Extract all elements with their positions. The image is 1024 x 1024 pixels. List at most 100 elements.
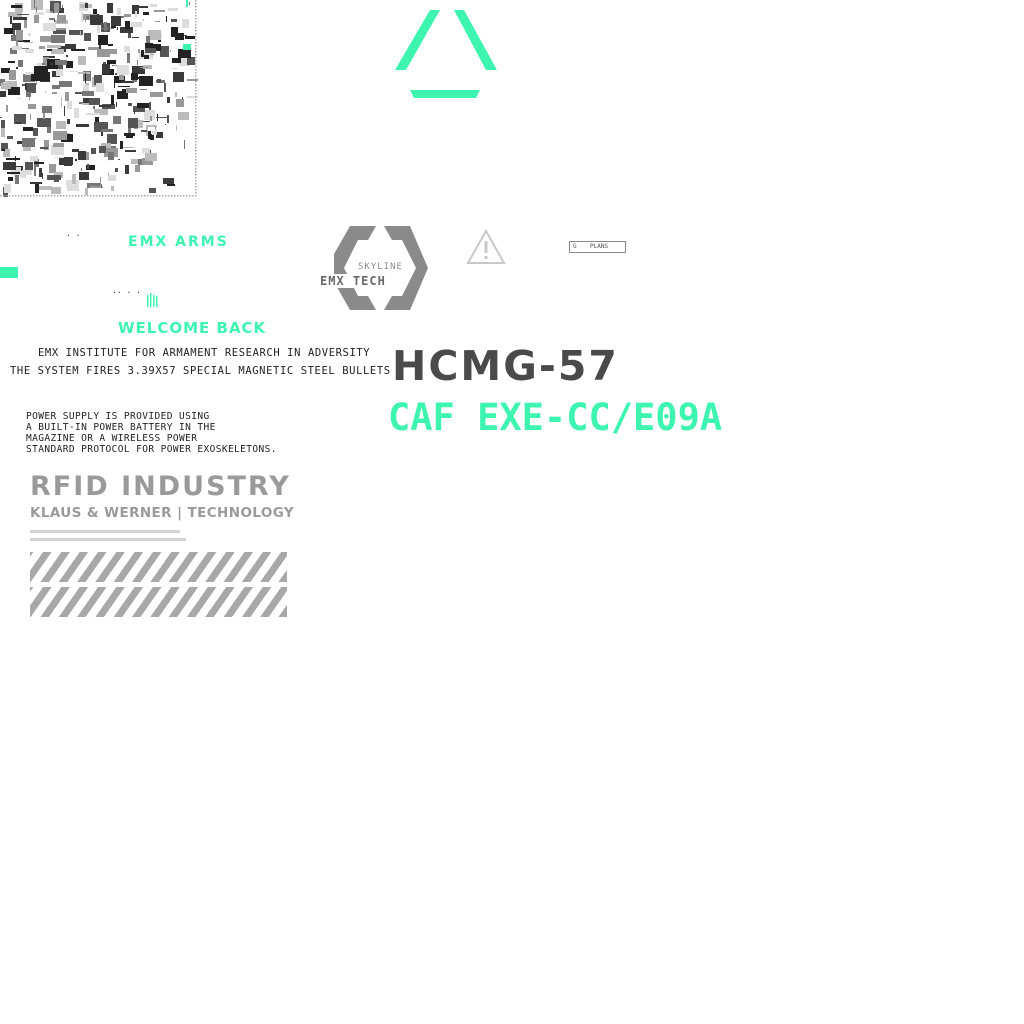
circuit-cell [168,8,178,11]
circuit-border-dot [165,195,167,197]
circuit-cell [9,70,16,80]
model-title: HCMG-57 [392,342,619,390]
circuit-cell [176,125,177,131]
circuit-cell [28,33,31,36]
circuit-cell [81,168,82,171]
circuit-cell [93,9,97,14]
circuit-cell [140,89,147,90]
circuit-cell [31,74,44,81]
circuit-border-dot [192,195,194,197]
circuit-border-dot [36,195,38,197]
circuit-cell [143,12,149,15]
circuit-cell [2,149,5,151]
circuit-cell [39,186,52,190]
circuit-border-dot [195,90,197,92]
circuit-cell [156,132,163,138]
circuit-cell [66,55,68,57]
circuit-cell [82,103,89,105]
circuit-cell [115,73,117,75]
circuit-cell [157,79,161,83]
circuit-border-dot [177,195,179,197]
circuit-cell [156,117,169,118]
tag-text: PLANS [590,243,609,250]
circuit-border-dot [195,99,197,101]
circuit-cell [71,49,85,51]
circuit-cell [182,19,189,28]
circuit-border-dot [195,150,197,152]
circuit-cell [86,113,100,115]
circuit-cell [52,85,60,89]
circuit-cell [16,67,18,69]
circuit-cell [56,69,63,76]
circuit-cell [150,116,152,121]
circuit-cell [178,49,191,58]
circuit-cell [125,165,129,174]
circuit-cell [145,153,157,161]
circuit-border-dot [180,195,182,197]
circuit-border-dot [195,111,197,113]
circuit-border-dot [195,9,197,11]
circuit-cell [171,19,177,22]
circuit-cell [67,187,79,191]
circuit-cell [140,67,148,68]
hatch-bar [30,587,287,617]
circuit-cell [102,64,110,74]
circuit-cell [78,72,90,74]
circuit-border-dot [102,195,104,197]
circuit-cell [25,162,33,170]
circuit-cell [64,163,72,166]
circuit-border-dot [66,195,68,197]
circuit-border-dot [30,195,32,197]
circuit-cell [53,131,67,140]
circuit-border-dot [186,195,188,197]
logo-line2: EMX TECH [320,274,386,288]
circuit-cell [173,72,184,82]
circuit-cell [184,140,185,149]
circuit-cell [33,128,38,136]
circuit-cell [189,2,190,5]
circuit-cell [7,136,13,139]
circuit-cell [98,35,108,45]
circuit-cell [104,123,105,124]
circuit-cell [35,12,44,15]
circuit-cell [118,159,120,160]
circuit-cell [16,30,23,40]
circuit-border-dot [78,195,80,197]
circuit-border-dot [195,105,197,107]
circuit-border-dot [3,195,5,197]
circuit-border-dot [84,195,86,197]
dots-decoration: · · [66,231,81,240]
circuit-cell [15,175,19,184]
circuit-cell [128,118,138,128]
circuit-cell [84,33,91,41]
circuit-border-dot [195,114,197,116]
circuit-border-dot [93,195,95,197]
circuit-cell [167,115,169,123]
circuit-cell [7,172,21,174]
circuit-cell [57,15,66,23]
circuit-border-dot [9,195,11,197]
circuit-cell [116,102,117,107]
circuit-cell [117,27,118,30]
circuit-border-dot [6,195,8,197]
circuit-cell [75,159,77,161]
circuit-cell [23,147,31,151]
circuit-border-dot [195,192,197,194]
circuit-border-dot [195,27,197,29]
circuit-cell [22,138,35,147]
circuit-cell [152,131,157,135]
circuit-border-dot [183,195,185,197]
circuit-border-dot [195,126,197,128]
circuit-cell [141,50,144,57]
circuit-cell [24,42,33,43]
circuit-border-dot [195,21,197,23]
circuit-cell [132,37,139,38]
circuit-cell [150,92,163,97]
circuit-cell [11,5,22,8]
circuit-cell [104,22,107,31]
circuit-cell [34,162,44,164]
circuit-cell [148,131,151,139]
circuit-cell [135,11,137,17]
circuit-cell [10,16,12,24]
circuit-cell [61,97,62,107]
